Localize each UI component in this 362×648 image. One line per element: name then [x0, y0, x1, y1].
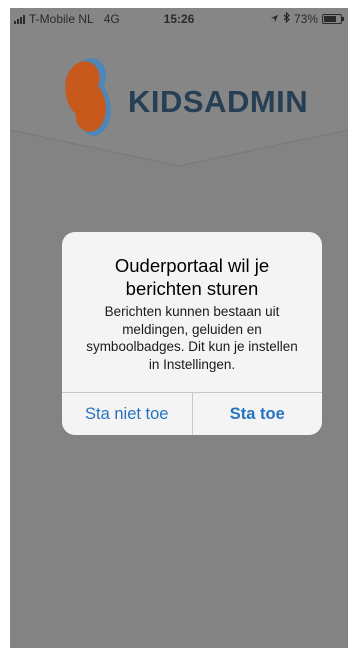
deny-button[interactable]: Sta niet toe	[62, 393, 192, 435]
alert-button-row: Sta niet toe Sta toe	[62, 392, 322, 435]
bluetooth-icon	[283, 11, 290, 26]
alert-message: Berichten kunnen bestaan uit meldingen, …	[86, 304, 298, 372]
app-screen: T-Mobile NL 4G 15:26 73% KIDSADMIN Ouder…	[10, 8, 348, 648]
allow-button[interactable]: Sta toe	[191, 393, 323, 435]
logo-text: KIDSADMIN	[128, 84, 309, 119]
battery-icon	[322, 14, 344, 24]
notification-permission-alert: Ouderportaal wil je berichten sturen Ber…	[62, 232, 322, 435]
alert-title: Ouderportaal wil je berichten sturen	[114, 255, 270, 299]
kidsadmin-logo: KIDSADMIN	[60, 56, 308, 138]
battery-percent: 73%	[293, 12, 318, 26]
location-arrow-icon	[270, 12, 279, 26]
heart-logo-icon	[65, 58, 111, 136]
battery-level-fill	[324, 16, 336, 22]
status-bar: T-Mobile NL 4G 15:26 73%	[10, 8, 348, 28]
